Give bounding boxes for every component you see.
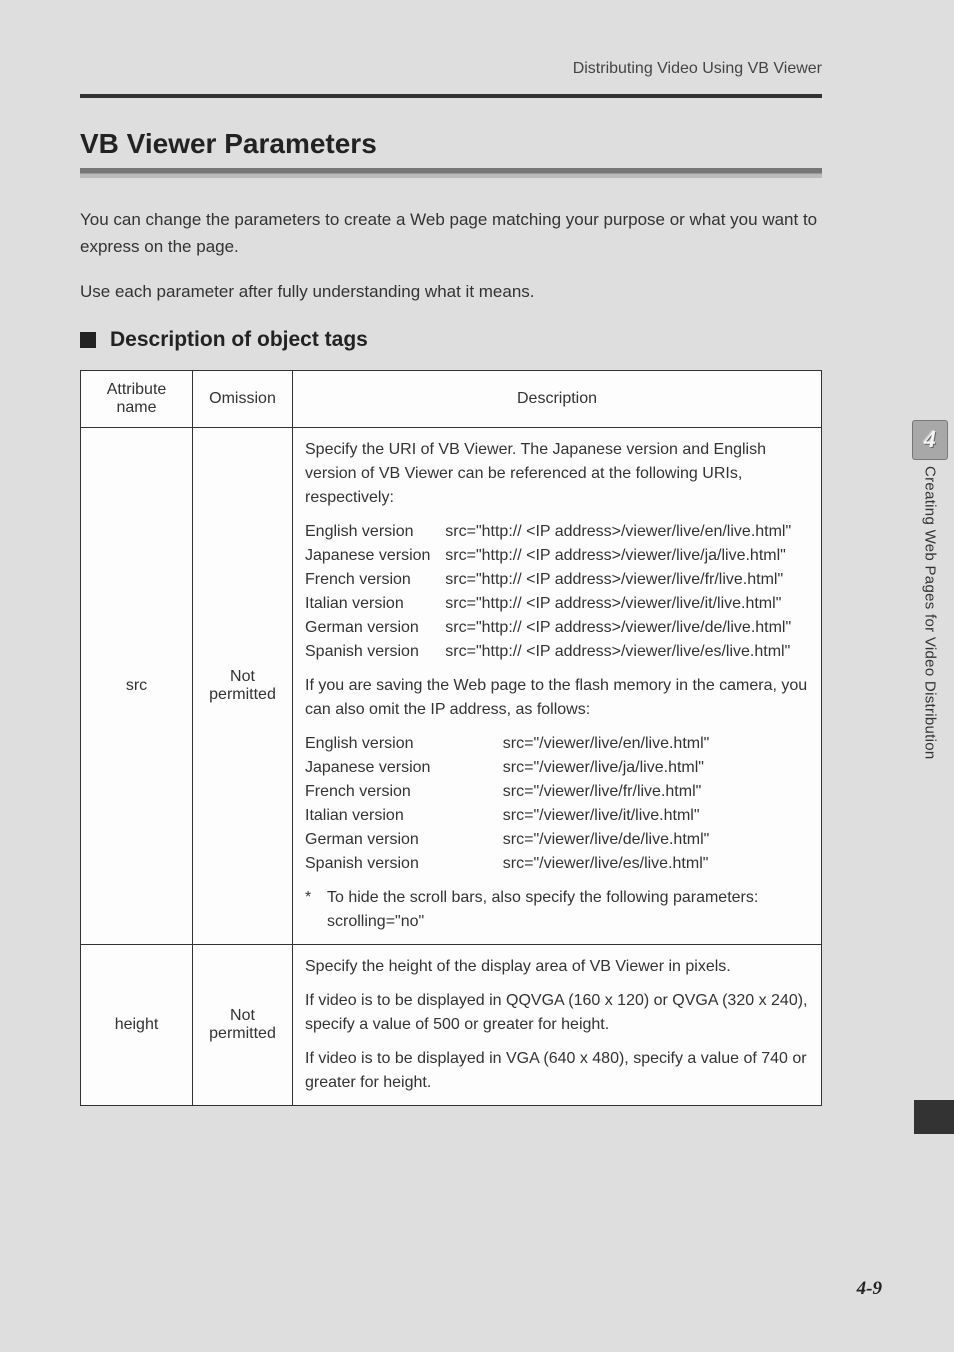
src-note-text: To hide the scroll bars, also specify th… (327, 886, 809, 934)
running-header: Distributing Video Using VB Viewer (80, 60, 892, 78)
cell-desc-height: Specify the height of the display area o… (293, 944, 822, 1105)
height-desc-p1: Specify the height of the display area o… (305, 955, 809, 979)
src-desc-p2: If you are saving the Web page to the fl… (305, 674, 809, 722)
table-row: height Not permitted Specify the height … (81, 944, 822, 1105)
cell-attr-height: height (81, 944, 193, 1105)
page-title: VB Viewer Parameters (80, 128, 822, 160)
src-full-uri-list: English versionsrc="http:// <IP address>… (305, 520, 809, 664)
chapter-badge: 4 (912, 420, 948, 460)
cell-attr-src: src (81, 427, 193, 944)
height-desc-p2: If video is to be displayed in QQVGA (16… (305, 989, 809, 1037)
table-row: src Not permitted Specify the URI of VB … (81, 427, 822, 944)
col-header-description: Description (293, 370, 822, 427)
cell-omission-height: Not permitted (193, 944, 293, 1105)
src-desc-p1: Specify the URI of VB Viewer. The Japane… (305, 438, 809, 510)
height-desc-p3: If video is to be displayed in VGA (640 … (305, 1047, 809, 1095)
asterisk-icon: * (305, 886, 327, 934)
square-bullet-icon (80, 332, 96, 348)
page-number: 4-9 (857, 1278, 882, 1300)
src-rel-uri-list: English versionsrc="/viewer/live/en/live… (305, 732, 809, 876)
section-heading: Description of object tags (110, 328, 368, 352)
cell-desc-src: Specify the URI of VB Viewer. The Japane… (293, 427, 822, 944)
src-note: * To hide the scroll bars, also specify … (305, 886, 809, 934)
title-underline (80, 168, 822, 178)
intro-paragraph-2: Use each parameter after fully understan… (80, 278, 822, 305)
object-tags-table: Attribute name Omission Description src … (80, 370, 822, 1106)
col-header-attribute: Attribute name (81, 370, 193, 427)
cell-omission-src: Not permitted (193, 427, 293, 944)
header-rule (80, 94, 822, 98)
table-header-row: Attribute name Omission Description (81, 370, 822, 427)
side-tab: 4 Creating Web Pages for Video Distribut… (912, 420, 948, 760)
col-header-omission: Omission (193, 370, 293, 427)
side-tab-label: Creating Web Pages for Video Distributio… (922, 466, 939, 760)
thumb-index-tab (914, 1100, 954, 1134)
intro-paragraph-1: You can change the parameters to create … (80, 206, 822, 260)
